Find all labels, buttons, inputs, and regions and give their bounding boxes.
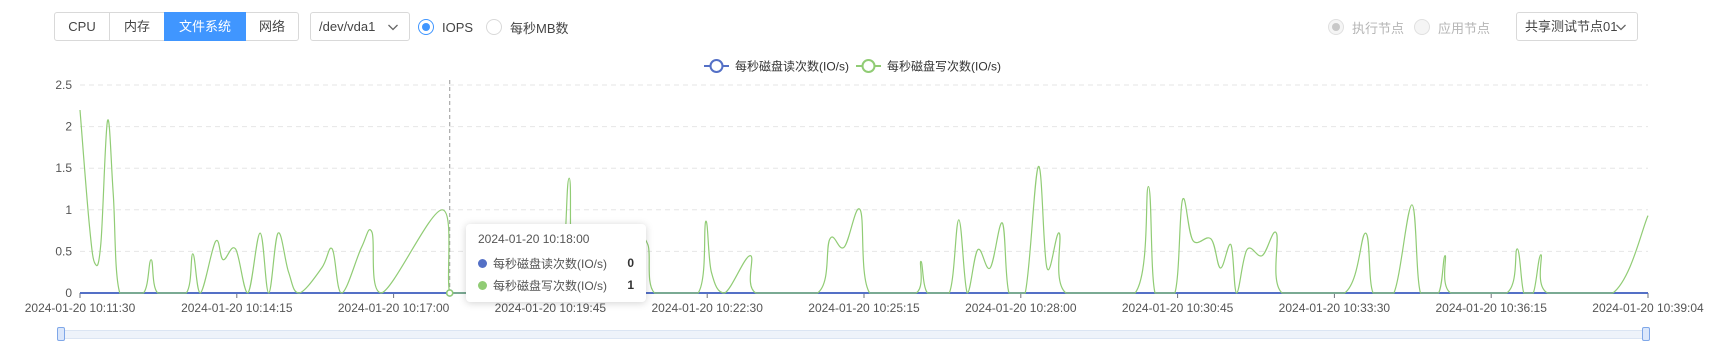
chevron-down-icon [1616, 24, 1626, 31]
radio-iops[interactable]: IOPS [418, 18, 473, 36]
y-tick-label: 1 [65, 203, 72, 217]
tab-memory[interactable]: 内存 [109, 12, 165, 41]
iops-line-chart: 00.511.522.5 2024-01-20 10:11:30 2024-01-… [25, 59, 1704, 316]
radio-iops-dot [418, 19, 434, 35]
legend-write-icon [861, 59, 876, 73]
tooltip-read-value: 0 [627, 256, 634, 270]
radio-app-node-label: 应用节点 [1438, 20, 1491, 36]
legend-write-label: 每秒磁盘写次数(IO/s) [887, 59, 1001, 74]
tab-cpu[interactable]: CPU [54, 12, 110, 41]
node-select-value: 共享测试节点01 [1525, 19, 1618, 34]
y-tick-label: 1.5 [55, 161, 72, 175]
y-tick-label: 2 [65, 120, 72, 134]
datazoom-start-handle[interactable] [57, 327, 65, 341]
x-tick-label: 2024-01-20 10:25:15 [808, 301, 920, 315]
x-tick-label: 2024-01-20 10:39:04 [1592, 301, 1704, 315]
write-series-marker [478, 280, 487, 290]
node-select[interactable]: 共享测试节点01 [1516, 12, 1638, 41]
device-select[interactable]: /dev/vda1 [310, 12, 410, 41]
tooltip-write-name: 每秒磁盘写次数(IO/s) [493, 278, 607, 293]
datazoom-end-handle[interactable] [1642, 327, 1650, 341]
tab-filesystem[interactable]: 文件系统 [164, 12, 246, 41]
y-tick-label: 2.5 [55, 78, 72, 92]
tooltip-write-value: 1 [627, 278, 634, 292]
radio-mb-per-second[interactable]: 每秒MB数 [486, 18, 569, 36]
tooltip-row-read: 每秒磁盘读次数(IO/s) 0 [478, 252, 634, 274]
x-tick-label: 2024-01-20 10:28:00 [965, 301, 1077, 315]
x-tick-label: 2024-01-20 10:22:30 [651, 301, 763, 315]
radio-exec-node[interactable]: 执行节点 [1328, 18, 1404, 36]
radio-exec-node-label: 执行节点 [1352, 20, 1405, 36]
chart-series [79, 109, 1649, 297]
datazoom-track[interactable] [60, 330, 1649, 339]
metric-category-tabs: CPU 内存 文件系统 网络 [54, 12, 299, 41]
x-tick-label: 2024-01-20 10:14:15 [181, 301, 293, 315]
x-tick-label: 2024-01-20 10:30:45 [1122, 301, 1234, 315]
legend-read-icon [709, 59, 724, 73]
x-axis: 2024-01-20 10:11:30 2024-01-20 10:14:15 20… [25, 292, 1704, 315]
tooltip-title: 2024-01-20 10:18:00 [478, 232, 590, 246]
chart-tooltip: 2024-01-20 10:18:00 每秒磁盘读次数(IO/s) 0 每秒磁盘… [466, 224, 646, 302]
write-hover-point [445, 289, 454, 297]
x-tick-label: 2024-01-20 10:11:30 [25, 301, 136, 315]
device-select-value: /dev/vda1 [319, 19, 376, 34]
datazoom-slider[interactable] [57, 327, 1650, 341]
x-tick-label: 2024-01-20 10:33:30 [1279, 301, 1391, 315]
radio-exec-node-dot [1328, 19, 1344, 35]
write-series-line [79, 109, 1649, 294]
y-axis-ticks: 0 0.5 1 1.5 2 2.5 [55, 78, 72, 300]
read-series-marker [478, 258, 487, 268]
radio-app-node-dot [1414, 19, 1430, 35]
chart-legend: 每秒磁盘读次数(IO/s) 每秒磁盘写次数(IO/s) [704, 59, 1001, 74]
x-tick-label: 2024-01-20 10:17:00 [338, 301, 450, 315]
y-tick-label: 0.5 [55, 244, 72, 258]
chart-toolbar: CPU 内存 文件系统 网络 /dev/vda1 IOPS 每秒MB数 执行节点… [0, 0, 1709, 52]
tab-network[interactable]: 网络 [245, 12, 299, 41]
chevron-down-icon [388, 24, 398, 31]
tooltip-row-write: 每秒磁盘写次数(IO/s) 1 [478, 274, 634, 296]
x-tick-label: 2024-01-20 10:36:15 [1435, 301, 1547, 315]
radio-mb-dot [486, 19, 502, 35]
legend-read-label: 每秒磁盘读次数(IO/s) [735, 59, 849, 74]
radio-iops-label: IOPS [442, 19, 474, 35]
x-tick-label: 2024-01-20 10:19:45 [495, 301, 607, 315]
y-tick-label: 0 [65, 286, 72, 300]
radio-mb-label: 每秒MB数 [510, 20, 569, 36]
radio-app-node[interactable]: 应用节点 [1414, 18, 1490, 36]
tooltip-read-name: 每秒磁盘读次数(IO/s) [493, 256, 607, 271]
